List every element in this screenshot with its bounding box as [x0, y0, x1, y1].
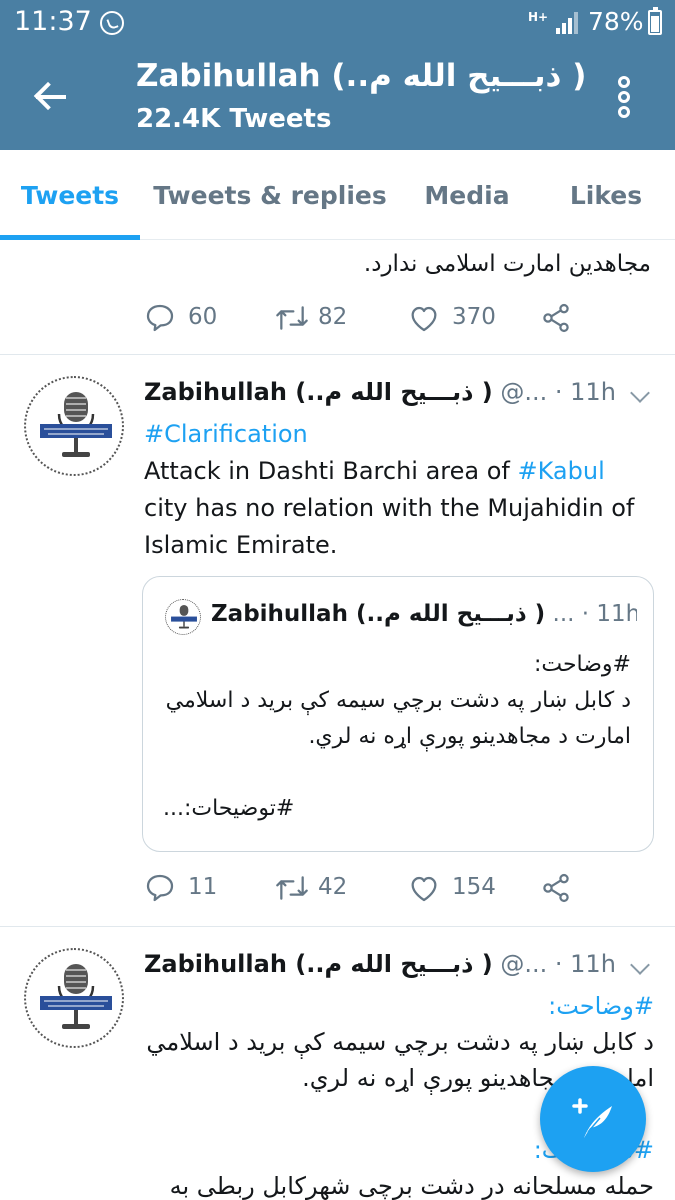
tweet-text: #Clarification Attack in Dashti Barchi a…	[144, 420, 635, 559]
author-handle: ...	[552, 601, 575, 627]
battery-percent: 78%	[588, 7, 644, 36]
tweet-feed[interactable]: مجاهدین امارت اسلامی ندارد. 60 82 370 Za…	[0, 240, 675, 1200]
hashtag-link[interactable]: #Clarification	[144, 420, 308, 448]
author-name: Zabihullah (..ذبـــيح الله م )	[144, 378, 493, 406]
tweet-time: 11h	[570, 378, 616, 406]
tweet-count: 22.4K Tweets	[136, 104, 332, 134]
status-bar: 11:37 H+ 78%	[0, 0, 675, 46]
tweet-time: 11h	[596, 601, 637, 627]
tweet-menu-chevron-icon[interactable]	[629, 386, 651, 408]
tab-tweets[interactable]: Tweets	[0, 150, 140, 240]
tweet-header: Zabihullah (..ذبـــيح الله م ) @... · 11…	[144, 950, 616, 978]
avatar	[165, 599, 201, 635]
microphone-logo-icon	[171, 605, 197, 629]
reply-icon	[146, 874, 174, 902]
tweet-text: مجاهدین امارت اسلامی ندارد.	[363, 251, 651, 277]
avatar[interactable]	[24, 948, 124, 1048]
tab-likes[interactable]: Likes	[544, 150, 668, 240]
tweet-card[interactable]: Zabihullah (..ذبـــيح الله م ) @... · 11…	[0, 354, 675, 926]
reply-icon	[146, 304, 174, 332]
author-handle: @...	[500, 950, 548, 978]
share-icon	[543, 303, 569, 333]
profile-tabs: Tweets Tweets & replies Media Likes	[0, 150, 675, 240]
tweet-header: Zabihullah (..ذبـــيح الله م ) @... · 11…	[144, 378, 616, 406]
retweet-count: 42	[318, 874, 348, 900]
avatar[interactable]	[24, 376, 124, 476]
status-time: 11:37	[14, 6, 92, 37]
author-name: Zabihullah (..ذبـــيح الله م )	[144, 950, 493, 978]
app-bar: Zabihullah (..ذبـــيح الله م ) 22.4K Twe…	[0, 46, 675, 150]
like-count: 154	[452, 874, 496, 900]
signal-icon	[556, 12, 578, 34]
retweet-icon	[276, 306, 308, 330]
compose-tweet-button[interactable]	[540, 1066, 646, 1172]
tweet-time: 11h	[570, 950, 616, 978]
microphone-logo-icon	[40, 964, 112, 1029]
tweet-actions: 11 42 154	[144, 868, 584, 908]
tab-media[interactable]: Media	[400, 150, 534, 240]
quoted-tweet-text: #وضاحت: د کابل ښار په دشت برچي سيمه کې ب…	[163, 652, 631, 821]
tweet-actions: 60 82 370	[144, 298, 584, 338]
retweet-count: 82	[318, 304, 348, 330]
microphone-logo-icon	[40, 392, 112, 457]
heart-icon	[411, 306, 437, 332]
profile-name: Zabihullah (..ذبـــيح الله م )	[136, 58, 587, 94]
hashtag-link[interactable]: #Kabul	[518, 457, 605, 485]
battery-icon	[648, 7, 662, 35]
share-button[interactable]	[540, 868, 574, 908]
hashtag-link[interactable]: #وضاحت:	[144, 988, 654, 1024]
reply-count: 11	[188, 874, 218, 900]
heart-icon	[411, 876, 437, 902]
quoted-tweet-header: Zabihullah (..ذبـــيح الله م ) ... · 11h	[211, 601, 637, 627]
more-options-button[interactable]	[612, 74, 638, 120]
whatsapp-icon	[100, 11, 124, 35]
back-button[interactable]	[30, 74, 76, 120]
reply-count: 60	[188, 304, 218, 330]
author-handle: @...	[500, 378, 548, 406]
share-icon	[543, 873, 569, 903]
tab-tweets-replies[interactable]: Tweets & replies	[150, 150, 390, 240]
tweet-menu-chevron-icon[interactable]	[629, 958, 651, 980]
quoted-tweet[interactable]: Zabihullah (..ذبـــيح الله م ) ... · 11h…	[142, 576, 654, 852]
network-type-icon: H+	[528, 10, 549, 24]
retweet-icon	[276, 876, 308, 900]
compose-feather-icon	[572, 1098, 612, 1138]
author-name: Zabihullah (..ذبـــيح الله م )	[211, 601, 546, 627]
share-button[interactable]	[540, 298, 574, 338]
like-count: 370	[452, 304, 496, 330]
